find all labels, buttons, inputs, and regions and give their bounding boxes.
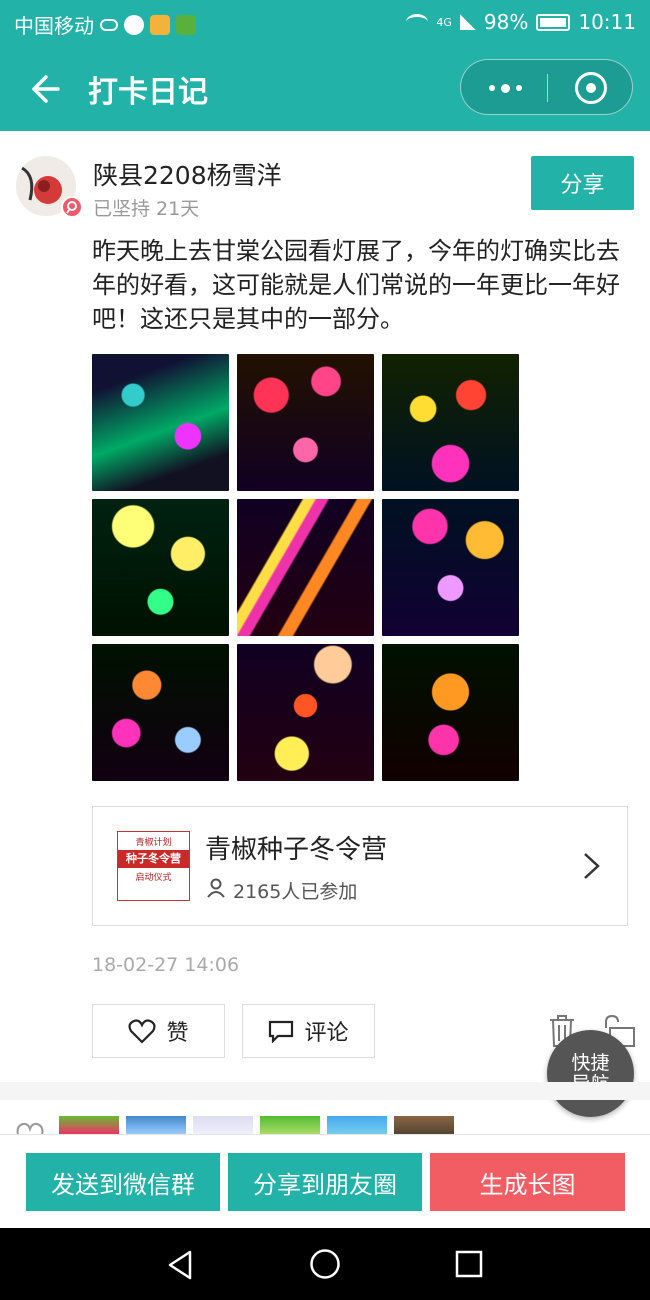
cloud-icon <box>100 18 118 31</box>
post-text: 昨天晚上去甘棠公园看灯展了，今年的灯确实比去年的好看，这可能就是人们常说的一年更… <box>92 237 620 333</box>
participant-count: 2165人已参加 <box>233 881 358 903</box>
lantern-photo-8[interactable] <box>237 644 374 781</box>
thumb-light <box>193 1116 253 1134</box>
clock: 10:11 <box>578 10 636 34</box>
camp-thumb-top: 青椒计划 <box>135 838 172 848</box>
nav-back-icon[interactable] <box>166 1250 194 1280</box>
lantern-photo-1[interactable] <box>92 354 229 491</box>
avatar-badge <box>61 196 83 218</box>
comment-label: 评论 <box>304 1021 349 1046</box>
battery-label: 98% <box>483 10 529 34</box>
wechat-icon <box>124 14 144 35</box>
game-icon <box>176 14 196 35</box>
miniprogram-capsule <box>460 59 633 115</box>
lantern-photo-3[interactable] <box>382 354 519 491</box>
close-target-icon[interactable] <box>575 72 607 104</box>
thumb-leaf <box>260 1116 320 1134</box>
lantern-photo-5[interactable] <box>237 499 374 636</box>
camp-thumb-mid: 种子冬令营 <box>118 850 189 868</box>
nav-recents-icon[interactable] <box>455 1250 483 1278</box>
send-to-group-button[interactable]: 发送到微信群 <box>26 1153 220 1211</box>
share-to-moments-button[interactable]: 分享到朋友圈 <box>228 1153 422 1211</box>
thumb-sea <box>327 1116 387 1134</box>
fab-line-1: 快捷 <box>571 1051 610 1074</box>
back-arrow-icon[interactable] <box>26 71 62 107</box>
quick-nav-button[interactable]: 快捷 导航 <box>547 1030 634 1117</box>
camp-title: 青椒种子冬令营 <box>205 835 388 865</box>
thumb-sky <box>126 1116 186 1134</box>
heart-icon <box>128 1019 157 1044</box>
more-icon[interactable] <box>483 76 527 100</box>
comment-button[interactable]: 评论 <box>242 1004 375 1058</box>
username[interactable]: 陕县2208杨雪洋 <box>93 156 282 192</box>
thumb-flowers <box>59 1116 119 1134</box>
section-divider <box>0 1082 650 1100</box>
wifi-icon <box>406 14 429 30</box>
persist-days: 已坚持 21天 <box>93 198 200 220</box>
comment-icon <box>269 1020 294 1043</box>
lantern-photo-2[interactable] <box>237 354 374 491</box>
lantern-photo-4[interactable] <box>92 499 229 636</box>
nav-home-icon[interactable] <box>309 1248 341 1280</box>
app-header: 打卡日记 <box>0 45 650 131</box>
share-button[interactable]: 分享 <box>531 156 634 210</box>
carrier-label: 中国移动 <box>14 14 94 38</box>
bottom-action-bar: 发送到微信群 分享到朋友圈 生成长图 <box>0 1134 650 1228</box>
lantern-photo-9[interactable] <box>382 644 519 781</box>
chevron-right-icon <box>584 853 600 879</box>
camp-thumbnail: 青椒计划 种子冬令营 启动仪式 <box>117 831 190 901</box>
next-post-thumbnails <box>59 1116 454 1134</box>
battery-icon <box>536 13 571 31</box>
lantern-photo-7[interactable] <box>92 644 229 781</box>
page-title: 打卡日记 <box>88 75 208 110</box>
camp-thumb-bottom: 启动仪式 <box>135 873 172 883</box>
network-label: 4G <box>436 15 452 29</box>
photo-grid <box>92 354 520 781</box>
weibo-icon <box>150 14 170 35</box>
android-nav-bar <box>0 1228 650 1300</box>
signal-icon <box>459 14 476 30</box>
user-icon <box>207 878 225 898</box>
like-label: 赞 <box>166 1021 189 1046</box>
lantern-photo-6[interactable] <box>382 499 519 636</box>
like-button[interactable]: 赞 <box>92 1004 225 1058</box>
status-bar: 中国移动 4G 98% 10:11 <box>0 0 650 45</box>
generate-long-image-button[interactable]: 生成长图 <box>430 1153 625 1211</box>
camp-card[interactable]: 青椒计划 种子冬令营 启动仪式 青椒种子冬令营 2165人已参加 <box>92 806 628 926</box>
capsule-divider <box>547 74 548 102</box>
post-timestamp: 18-02-27 14:06 <box>92 954 240 976</box>
thumb-tree <box>394 1116 454 1134</box>
